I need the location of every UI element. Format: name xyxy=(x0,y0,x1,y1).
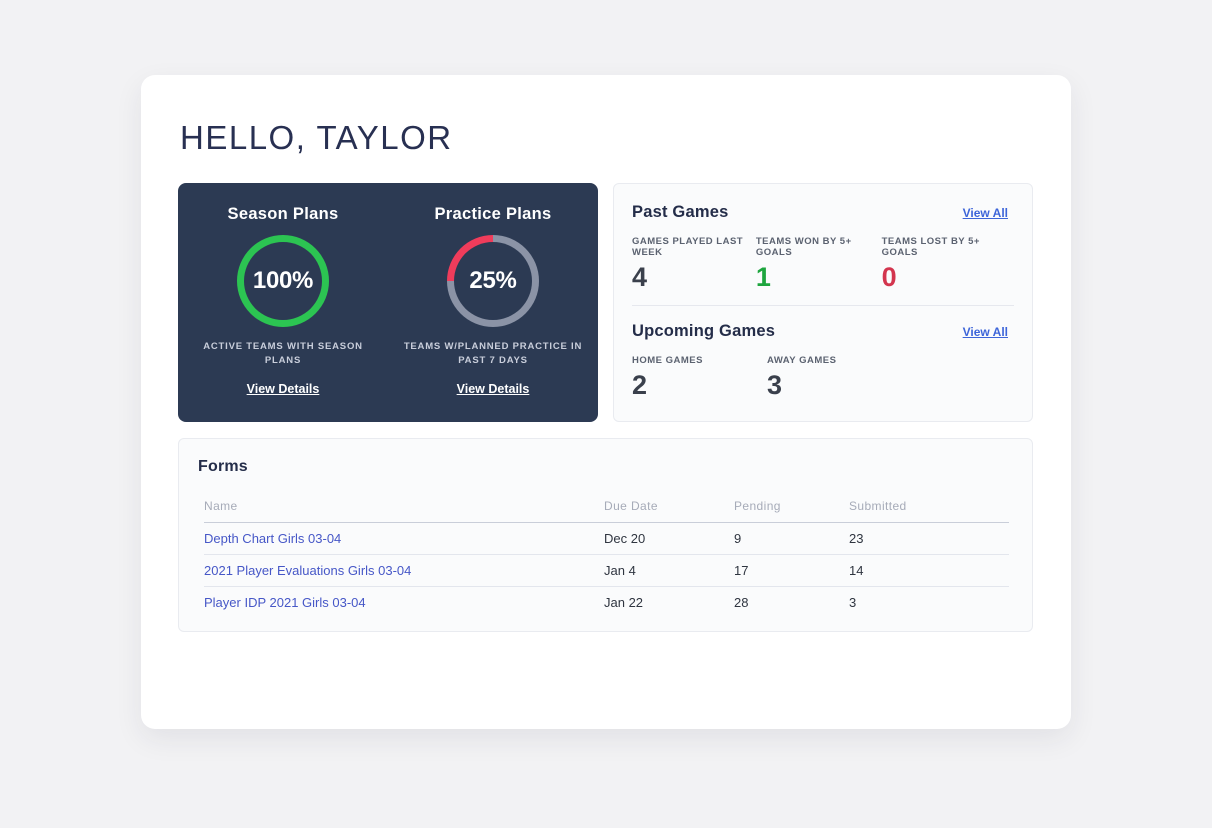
season-plans-view-details-link[interactable]: View Details xyxy=(247,382,320,396)
pending-cell: 17 xyxy=(734,554,849,587)
season-plans-ring: 100% xyxy=(237,235,329,327)
column-header-due-date: Due Date xyxy=(604,499,734,523)
page-title: HELLO, TAYLOR xyxy=(180,119,453,156)
past-games-section: Past Games View All GAMES PLAYED LAST WE… xyxy=(614,184,1032,305)
practice-plans-view-details-link[interactable]: View Details xyxy=(457,382,530,396)
stat-teams-lost: TEAMS LOST BY 5+ GOALS 0 xyxy=(882,236,1008,293)
stat-label: GAMES PLAYED LAST WEEK xyxy=(632,236,744,258)
stat-value: 1 xyxy=(755,262,771,292)
stat-games-played: GAMES PLAYED LAST WEEK 4 xyxy=(632,236,756,293)
forms-table: Name Due Date Pending Submitted Depth Ch… xyxy=(204,499,1009,619)
season-plans-percent: 100% xyxy=(252,267,314,294)
due-date-cell: Dec 20 xyxy=(604,522,734,555)
stat-label: HOME GAMES xyxy=(632,355,703,366)
practice-plans-percent: 25% xyxy=(469,267,517,294)
past-games-view-all-link[interactable]: View All xyxy=(963,206,1008,220)
form-link-depth-chart[interactable]: Depth Chart Girls 03-04 xyxy=(204,531,341,546)
season-plans-section: Season Plans 100% ACTIVE TEAMS WITH SEAS… xyxy=(178,205,388,422)
stat-value: 4 xyxy=(632,262,648,292)
forms-card: Forms Name Due Date Pending Submitted De… xyxy=(178,438,1033,632)
stat-label: TEAMS WON BY 5+ GOALS xyxy=(755,236,852,258)
stat-home-games: HOME GAMES 2 xyxy=(632,355,767,401)
stat-value: 3 xyxy=(767,370,783,400)
column-header-submitted: Submitted xyxy=(849,499,1009,523)
upcoming-games-stats: HOME GAMES 2 AWAY GAMES 3 xyxy=(632,355,1008,401)
practice-plans-ring: 25% xyxy=(447,235,539,327)
stat-value: 2 xyxy=(632,370,648,400)
due-date-cell: Jan 4 xyxy=(604,554,734,587)
stat-away-games: AWAY GAMES 3 xyxy=(767,355,836,401)
submitted-cell: 23 xyxy=(849,522,1009,555)
practice-plans-section: Practice Plans 25% TEAMS W/PLANNED PRACT… xyxy=(388,205,598,422)
table-row: Player IDP 2021 Girls 03-04 Jan 22 28 3 xyxy=(204,587,1009,619)
stat-label: AWAY GAMES xyxy=(767,355,837,366)
season-plans-ring-center: 100% xyxy=(244,242,322,320)
practice-plans-description: TEAMS W/PLANNED PRACTICE IN PAST 7 DAYS xyxy=(403,341,583,367)
season-plans-title: Season Plans xyxy=(227,205,339,223)
upcoming-games-view-all-link[interactable]: View All xyxy=(963,325,1008,339)
submitted-cell: 3 xyxy=(849,595,857,611)
form-link-player-idp[interactable]: Player IDP 2021 Girls 03-04 xyxy=(204,595,366,610)
stat-teams-won: TEAMS WON BY 5+ GOALS 1 xyxy=(756,236,882,293)
form-link-player-evaluations[interactable]: 2021 Player Evaluations Girls 03-04 xyxy=(204,563,411,578)
top-cards-row: Season Plans 100% ACTIVE TEAMS WITH SEAS… xyxy=(178,183,1033,422)
season-plans-description: ACTIVE TEAMS WITH SEASON PLANS xyxy=(203,341,363,367)
upcoming-games-title: Upcoming Games xyxy=(632,322,776,340)
dashboard-panel: HELLO, TAYLOR Season Plans 100% ACTIVE T… xyxy=(141,75,1071,729)
submitted-cell: 14 xyxy=(849,554,1009,587)
table-row: 2021 Player Evaluations Girls 03-04 Jan … xyxy=(204,554,1009,587)
column-header-pending: Pending xyxy=(734,499,849,523)
forms-title: Forms xyxy=(198,458,248,475)
table-row: Depth Chart Girls 03-04 Dec 20 9 23 xyxy=(204,522,1009,555)
stat-value: 0 xyxy=(881,262,897,292)
upcoming-games-section: Upcoming Games View All HOME GAMES 2 AWA… xyxy=(614,306,1032,401)
pending-cell: 28 xyxy=(734,595,749,611)
plans-card: Season Plans 100% ACTIVE TEAMS WITH SEAS… xyxy=(178,183,598,422)
practice-plans-ring-center: 25% xyxy=(454,242,532,320)
due-date-cell: Jan 22 xyxy=(604,595,644,611)
practice-plans-title: Practice Plans xyxy=(434,205,552,223)
column-header-name: Name xyxy=(204,499,604,523)
past-games-stats: GAMES PLAYED LAST WEEK 4 TEAMS WON BY 5+… xyxy=(632,236,1008,293)
games-card: Past Games View All GAMES PLAYED LAST WE… xyxy=(613,183,1033,422)
pending-cell: 9 xyxy=(734,522,849,555)
forms-table-header-row: Name Due Date Pending Submitted xyxy=(204,499,1009,523)
stat-label: TEAMS LOST BY 5+ GOALS xyxy=(881,236,980,258)
past-games-title: Past Games xyxy=(632,203,729,221)
